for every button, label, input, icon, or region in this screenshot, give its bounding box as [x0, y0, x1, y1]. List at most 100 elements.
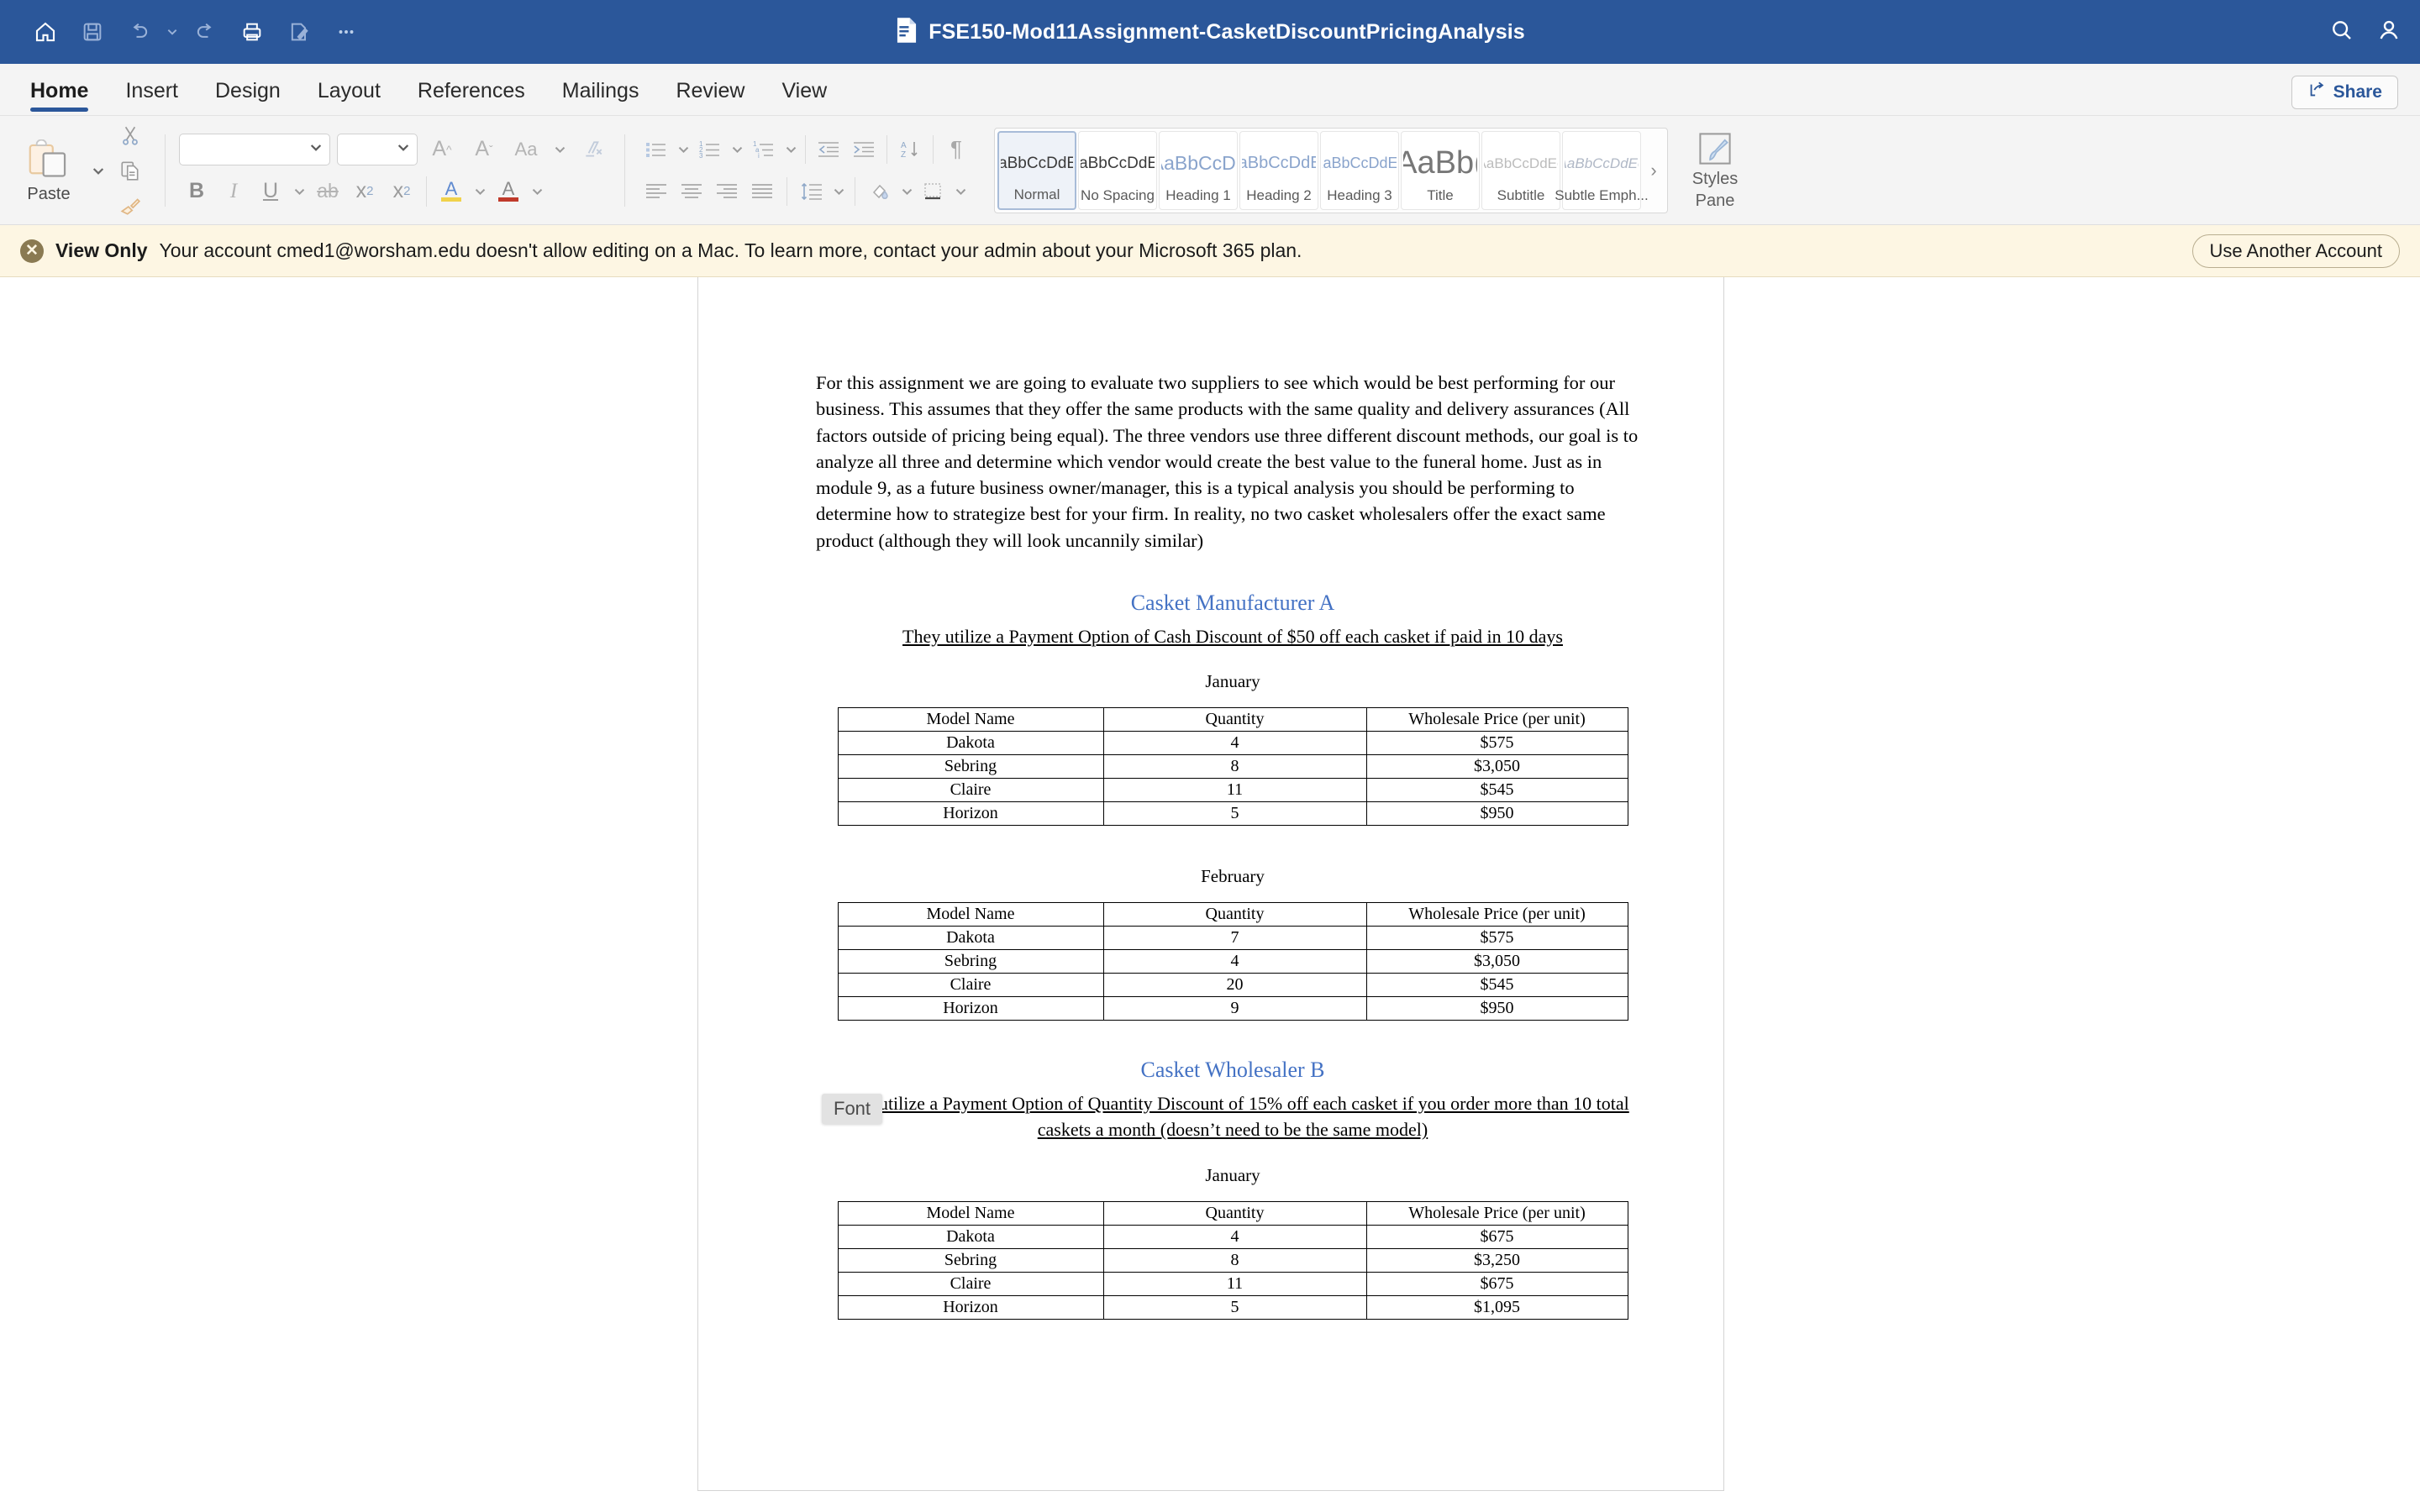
align-center-icon[interactable] [674, 174, 709, 209]
subscript-button[interactable]: x2 [347, 174, 382, 209]
bullets-icon[interactable] [639, 132, 674, 167]
cut-icon[interactable] [109, 118, 151, 152]
styles-gallery-more-button[interactable]: › [1643, 131, 1665, 210]
line-spacing-icon[interactable] [794, 174, 829, 209]
document-page[interactable]: For this assignment we are going to eval… [697, 277, 1724, 1491]
change-case-icon[interactable]: Aa [508, 132, 544, 167]
style-tile-normal[interactable]: AaBbCcDdEe Normal [997, 130, 1076, 210]
style-tile-heading-2[interactable]: AaBbCcDdEe Heading 2 [1239, 130, 1318, 210]
ribbon-separator [624, 134, 625, 207]
font-tooltip: Font [822, 1094, 883, 1124]
svg-text:A: A [901, 141, 907, 150]
cell-model: Sebring [837, 1247, 1104, 1273]
bold-button[interactable]: B [179, 174, 214, 209]
cell-quantity: 8 [1102, 754, 1367, 780]
tab-mailings[interactable]: Mailings [544, 66, 658, 115]
table-row: Claire 20 $545 [837, 973, 1628, 998]
table-month-label: February [1201, 866, 1265, 887]
document-title[interactable]: FSE150-Mod11Assignment-CasketDiscountPri… [929, 20, 1525, 45]
numbering-icon[interactable]: 123 [692, 132, 728, 167]
format-painter-icon[interactable] [109, 189, 151, 223]
underline-dropdown-icon[interactable] [290, 174, 308, 209]
style-tile-heading-3[interactable]: AaBbCcDdEe Heading 3 [1320, 130, 1399, 210]
clear-formatting-icon[interactable] [576, 132, 611, 167]
sort-icon[interactable]: AZ [892, 132, 928, 167]
numbering-dropdown-icon[interactable] [728, 132, 746, 167]
pricing-table[interactable]: Model Name Quantity Wholesale Price (per… [837, 1200, 1628, 1320]
borders-icon[interactable] [916, 174, 951, 209]
chevron-down-icon[interactable] [309, 140, 323, 158]
underline-button[interactable]: U [253, 174, 288, 209]
table-row: Sebring 8 $3,250 [837, 1247, 1628, 1273]
cell-quantity: 5 [1102, 801, 1367, 827]
styles-pane-button[interactable]: Styles Pane [1675, 116, 1755, 224]
decrease-indent-icon[interactable] [811, 132, 846, 167]
borders-dropdown-icon[interactable] [951, 174, 970, 209]
show-formatting-marks-icon[interactable]: ¶ [939, 132, 974, 167]
font-name-input[interactable] [179, 133, 330, 165]
cell-quantity: 4 [1102, 949, 1367, 974]
editing-mode-icon[interactable] [276, 10, 323, 54]
ribbon-tab-strip: Home Insert Design Layout References Mai… [0, 64, 2420, 116]
style-tile-heading-1[interactable]: AaBbCcDc Heading 1 [1159, 130, 1238, 210]
bullets-dropdown-icon[interactable] [674, 132, 692, 167]
save-icon[interactable] [69, 10, 116, 54]
shading-icon[interactable] [862, 174, 897, 209]
multilevel-dropdown-icon[interactable] [781, 132, 800, 167]
search-icon[interactable] [2329, 18, 2354, 47]
tab-layout[interactable]: Layout [299, 66, 399, 115]
italic-button[interactable]: I [216, 174, 251, 209]
style-tile-no-spacing[interactable]: AaBbCcDdEe No Spacing [1078, 130, 1157, 210]
use-another-account-button[interactable]: Use Another Account [2191, 234, 2400, 268]
word-document-icon [895, 17, 918, 48]
copy-icon[interactable] [109, 154, 151, 187]
pricing-table[interactable]: Model Name Quantity Wholesale Price (per… [837, 902, 1628, 1021]
multilevel-list-icon[interactable]: 1ai [746, 132, 781, 167]
chevron-down-icon[interactable] [397, 140, 410, 158]
pricing-table[interactable]: Model Name Quantity Wholesale Price (per… [837, 707, 1628, 827]
tab-review[interactable]: Review [657, 66, 763, 115]
style-tile-subtle-emphasis[interactable]: AaBbCcDdEe Subtle Emph... [1555, 130, 1649, 210]
svg-text:Z: Z [901, 150, 906, 160]
font-size-input[interactable] [337, 133, 418, 165]
close-icon[interactable]: ✕ [20, 239, 44, 263]
highlight-dropdown-icon[interactable] [471, 174, 489, 209]
cell-quantity: 11 [1102, 1271, 1367, 1296]
cell-price: $3,050 [1365, 754, 1628, 780]
undo-icon[interactable] [116, 10, 163, 54]
text-highlight-color-button[interactable]: A [434, 174, 469, 209]
justify-icon[interactable] [744, 174, 780, 209]
table-row: Horizon 9 $950 [837, 996, 1628, 1021]
grow-font-icon[interactable]: A ^ [424, 132, 460, 167]
paragraph-group: 123 1ai AZ ¶ [630, 116, 982, 224]
shading-dropdown-icon[interactable] [897, 174, 916, 209]
share-button[interactable]: Share [2291, 76, 2398, 109]
ribbon: Paste A ^ A ˇ Aa B I U ab x 2 x 2 A A 1 … [0, 116, 2420, 225]
paste-dropdown-icon[interactable] [89, 153, 108, 188]
change-case-dropdown-icon[interactable] [550, 132, 569, 167]
column-header: Quantity [1102, 707, 1367, 732]
font-color-button[interactable]: A [491, 174, 526, 209]
strikethrough-button[interactable]: ab [310, 174, 345, 209]
tab-home[interactable]: Home [12, 66, 107, 115]
tab-references[interactable]: References [399, 66, 544, 115]
print-icon[interactable] [229, 10, 276, 54]
more-options-icon[interactable] [323, 10, 370, 54]
increase-indent-icon[interactable] [846, 132, 881, 167]
home-icon[interactable] [22, 10, 69, 54]
align-left-icon[interactable] [639, 174, 674, 209]
line-spacing-dropdown-icon[interactable] [829, 174, 848, 209]
tab-insert[interactable]: Insert [107, 66, 197, 115]
account-icon[interactable] [2376, 18, 2402, 47]
paste-button[interactable]: Paste [8, 136, 89, 204]
shrink-font-icon[interactable]: Aˇ [466, 132, 502, 167]
undo-dropdown-icon[interactable] [163, 10, 182, 54]
tab-view[interactable]: View [763, 66, 845, 115]
style-tile-subtitle[interactable]: AaBbCcDdEe Subtitle [1481, 130, 1560, 210]
font-color-dropdown-icon[interactable] [528, 174, 546, 209]
tab-design[interactable]: Design [197, 66, 299, 115]
style-tile-title[interactable]: AaBb( Title [1401, 130, 1480, 210]
redo-icon[interactable] [182, 10, 229, 54]
align-right-icon[interactable] [709, 174, 744, 209]
superscript-button[interactable]: x2 [384, 174, 419, 209]
